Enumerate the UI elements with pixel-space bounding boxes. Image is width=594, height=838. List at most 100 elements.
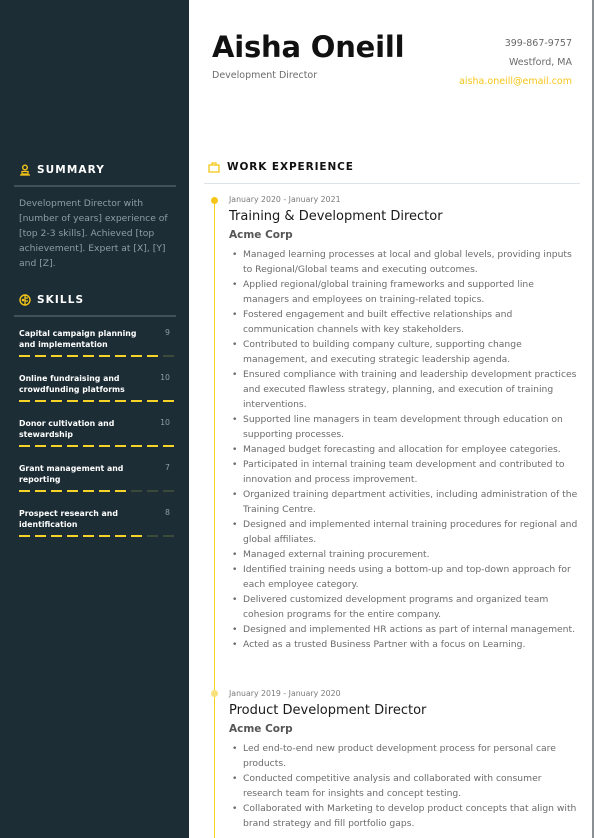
skill-segment-filled xyxy=(147,400,158,402)
skill-segment-filled xyxy=(83,355,94,357)
job-bullet: Applied regional/global training framewo… xyxy=(229,277,579,307)
job-dates: January 2020 - January 2021 xyxy=(229,195,341,204)
skills-header: SKILLS xyxy=(19,290,176,310)
skill-segment-empty xyxy=(163,490,174,492)
phone: 399-867-9757 xyxy=(504,38,572,49)
job-bullet: Identified training needs using a bottom… xyxy=(229,562,579,592)
skill-item: Grant management and reporting 7 xyxy=(19,463,176,508)
skill-segment-filled xyxy=(115,445,126,447)
skill-level-bar xyxy=(19,535,174,537)
skill-name: Donor cultivation and stewardship xyxy=(19,419,115,439)
skill-name: Grant management and reporting xyxy=(19,464,124,484)
summary-header: SUMMARY xyxy=(19,160,176,180)
skill-segment-filled xyxy=(35,490,46,492)
skill-item: Online fundraising and crowdfunding plat… xyxy=(19,373,176,418)
skill-segment-filled xyxy=(163,400,174,402)
work-experience-header: WORK EXPERIENCE xyxy=(208,161,354,173)
work-experience-title: WORK EXPERIENCE xyxy=(227,161,354,173)
summary-title: SUMMARY xyxy=(37,164,105,176)
job-bullet: Acted as a trusted Business Partner with… xyxy=(229,637,579,652)
skill-level-bar xyxy=(19,400,174,402)
job-entry: January 2019 - January 2020 Product Deve… xyxy=(229,689,579,831)
job-bullet: Delivered customized development program… xyxy=(229,592,579,622)
skill-segment-filled xyxy=(67,535,78,537)
skill-segment-empty xyxy=(163,355,174,357)
job-bullet: Supported line managers in team developm… xyxy=(229,412,579,442)
job-bullet: Designed and implemented HR actions as p… xyxy=(229,622,579,637)
skill-segment-filled xyxy=(35,400,46,402)
skill-segment-filled xyxy=(83,535,94,537)
skills-section: SKILLS Capital campaign planning and imp… xyxy=(14,290,176,553)
skill-score: 9 xyxy=(165,328,170,337)
skill-segment-filled xyxy=(51,490,62,492)
skill-segment-filled xyxy=(19,445,30,447)
skill-segment-empty xyxy=(131,490,142,492)
skill-segment-filled xyxy=(67,445,78,447)
timeline-dot xyxy=(211,690,218,697)
job-bullet: Designed and implemented internal traini… xyxy=(229,517,579,547)
work-experience-divider xyxy=(204,183,580,184)
job-bullet: Participated in internal training team d… xyxy=(229,457,579,487)
skill-name: Prospect research and identification xyxy=(19,509,118,529)
skill-segment-filled xyxy=(115,400,126,402)
skill-name: Capital campaign planning and implementa… xyxy=(19,329,137,349)
skill-segment-filled xyxy=(99,490,110,492)
skill-segment-filled xyxy=(131,355,142,357)
skill-item: Capital campaign planning and implementa… xyxy=(19,328,176,373)
skill-segment-filled xyxy=(35,355,46,357)
job-bullets: Managed learning processes at local and … xyxy=(229,247,579,652)
job-bullet: Ensured compliance with training and lea… xyxy=(229,367,579,412)
skill-segment-filled xyxy=(19,490,30,492)
skill-segment-filled xyxy=(67,400,78,402)
skill-segment-filled xyxy=(99,355,110,357)
job-bullet: Managed budget forecasting and allocatio… xyxy=(229,442,579,457)
skill-score: 10 xyxy=(160,418,170,427)
skills-list: Capital campaign planning and implementa… xyxy=(19,328,176,553)
job-bullet: Contributed to building company culture,… xyxy=(229,337,579,367)
skill-score: 8 xyxy=(165,508,170,517)
skill-segment-filled xyxy=(67,355,78,357)
skill-segment-filled xyxy=(147,355,158,357)
skill-segment-filled xyxy=(51,445,62,447)
skill-segment-filled xyxy=(51,535,62,537)
skill-segment-filled xyxy=(131,400,142,402)
skill-item: Donor cultivation and stewardship 10 xyxy=(19,418,176,463)
job-entry: January 2020 - January 2021 Training & D… xyxy=(229,195,579,652)
skill-score: 10 xyxy=(160,373,170,382)
job-company: Acme Corp xyxy=(229,229,293,241)
candidate-role: Development Director xyxy=(212,70,318,81)
skill-segment-filled xyxy=(19,535,30,537)
skills-title: SKILLS xyxy=(37,294,85,306)
skills-divider xyxy=(14,315,176,317)
job-dates: January 2019 - January 2020 xyxy=(229,689,341,698)
skill-segment-filled xyxy=(99,445,110,447)
job-bullet: Organized training department activities… xyxy=(229,487,579,517)
skill-segment-empty xyxy=(147,490,158,492)
skill-segment-filled xyxy=(35,445,46,447)
job-bullet: Led end-to-end new product development p… xyxy=(229,741,579,771)
skill-segment-filled xyxy=(115,535,126,537)
job-bullets: Led end-to-end new product development p… xyxy=(229,741,579,831)
skill-segment-filled xyxy=(115,490,126,492)
skill-segment-filled xyxy=(131,445,142,447)
skill-segment-filled xyxy=(99,400,110,402)
job-bullet: Conducted competitive analysis and colla… xyxy=(229,771,579,801)
skill-level-bar xyxy=(19,355,174,357)
skill-name: Online fundraising and crowdfunding plat… xyxy=(19,374,125,394)
skill-segment-filled xyxy=(83,445,94,447)
skill-item: Prospect research and identification 8 xyxy=(19,508,176,553)
job-title: Product Development Director xyxy=(229,703,427,718)
skill-segment-filled xyxy=(51,355,62,357)
skill-segment-filled xyxy=(131,535,142,537)
skill-segment-filled xyxy=(147,445,158,447)
skill-segment-filled xyxy=(35,535,46,537)
location: Westford, MA xyxy=(508,57,572,68)
skill-segment-empty xyxy=(163,535,174,537)
skill-segment-filled xyxy=(163,445,174,447)
timeline-line xyxy=(214,200,215,838)
job-title: Training & Development Director xyxy=(229,209,443,224)
email-link[interactable]: aisha.oneill@email.com xyxy=(459,76,572,87)
skill-score: 7 xyxy=(165,463,170,472)
timeline-dot xyxy=(211,197,218,204)
skill-segment-empty xyxy=(147,535,158,537)
